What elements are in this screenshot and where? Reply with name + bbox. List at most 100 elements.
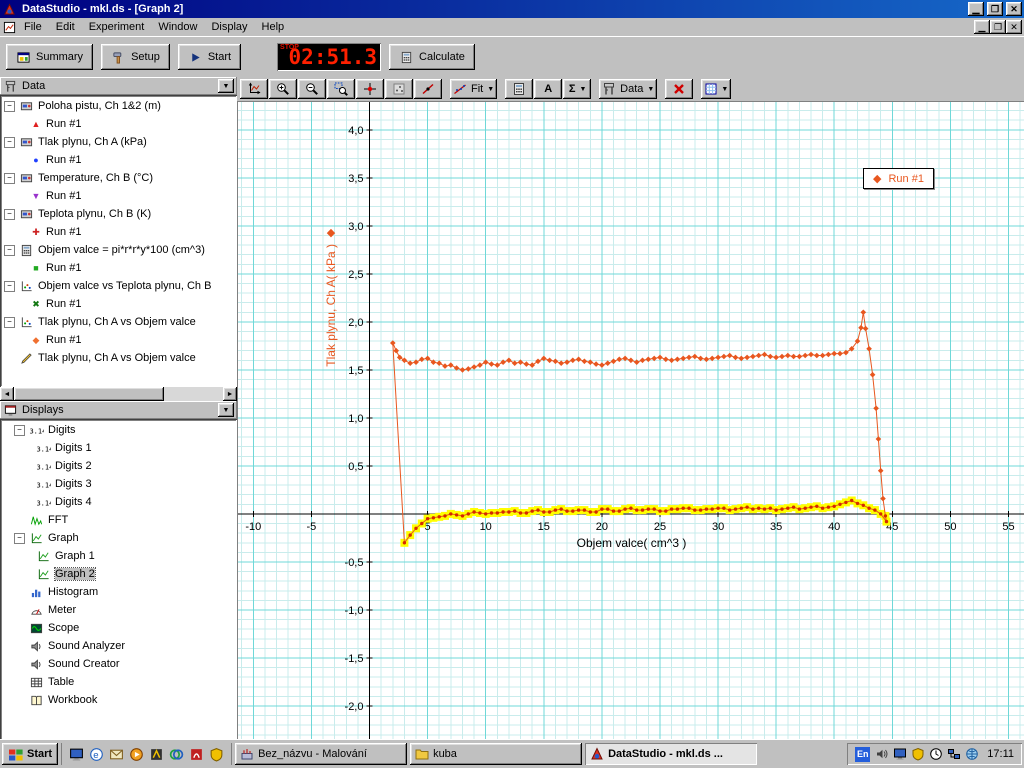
run-item[interactable]: ✖Run #1 — [0, 295, 237, 313]
start-menu-button[interactable]: Start — [2, 743, 58, 765]
zoom-out-button[interactable] — [298, 79, 326, 99]
mdi-minimize-button[interactable]: ▁ — [974, 20, 990, 34]
collapse-icon[interactable]: − — [14, 425, 25, 436]
collapse-icon[interactable]: − — [4, 137, 15, 148]
outlook-express-icon[interactable] — [108, 746, 125, 763]
network-icon[interactable] — [946, 747, 961, 762]
display-item[interactable]: Sound Creator — [0, 655, 237, 673]
x-axis-label[interactable]: Objem valce( cm^3 ) — [238, 536, 1024, 550]
scheduler-icon[interactable] — [928, 747, 943, 762]
settings-dropdown[interactable]: ▼ — [701, 79, 731, 99]
display-item[interactable]: FFT — [0, 511, 237, 529]
graph-pane[interactable]: -10-55101520253035404550554,03,53,02,52,… — [237, 101, 1024, 741]
run-item[interactable]: ◆Run #1 — [0, 331, 237, 349]
display-item[interactable]: Meter — [0, 601, 237, 619]
mdi-restore-button[interactable]: ❐ — [990, 20, 1006, 34]
fit-dropdown[interactable]: Fit▼ — [450, 79, 497, 99]
setup-button[interactable]: Setup — [101, 44, 170, 70]
data-item[interactable]: −Tlak plynu, Ch A vs Objem valce — [0, 313, 237, 331]
start-button[interactable]: Start — [178, 44, 241, 70]
display-child-item[interactable]: Graph 2 — [0, 565, 237, 583]
menu-item-window[interactable]: Window — [151, 19, 204, 35]
collapse-icon[interactable]: − — [4, 281, 15, 292]
menu-item-experiment[interactable]: Experiment — [82, 19, 152, 35]
run-item[interactable]: ■Run #1 — [0, 259, 237, 277]
scrollbar-thumb[interactable] — [14, 387, 164, 401]
show-desktop-icon[interactable] — [68, 746, 85, 763]
legend[interactable]: ◆ Run #1 — [863, 168, 934, 189]
display-child-item[interactable]: Graph 1 — [0, 547, 237, 565]
menu-item-edit[interactable]: Edit — [49, 19, 82, 35]
display-child-item[interactable]: 3.14Digits 3 — [0, 475, 237, 493]
calculate-button[interactable]: Calculate — [389, 44, 475, 70]
display-child-item[interactable]: 3.14Digits 1 — [0, 439, 237, 457]
data-item[interactable]: −Temperature, Ch B (°C) — [0, 169, 237, 187]
display-settings-icon[interactable] — [892, 747, 907, 762]
run-item[interactable]: ✚Run #1 — [0, 223, 237, 241]
run-item[interactable]: ●Run #1 — [0, 151, 237, 169]
language-indicator[interactable]: En — [855, 747, 870, 762]
data-item[interactable]: −Tlak plynu, Ch A (kPa) — [0, 133, 237, 151]
collapse-icon[interactable]: − — [4, 101, 15, 112]
data-tree-hscrollbar[interactable]: ◄ ► — [0, 387, 237, 401]
antivirus-tray-icon[interactable] — [910, 747, 925, 762]
menu-item-display[interactable]: Display — [204, 19, 254, 35]
displays-panel-dropdown-arrow-icon[interactable]: ▼ — [218, 403, 234, 417]
acrobat-icon[interactable] — [188, 746, 205, 763]
data-item[interactable]: −Objem valce vs Teplota plynu, Ch B — [0, 277, 237, 295]
collapse-icon[interactable]: − — [14, 533, 25, 544]
data-item[interactable]: −Teplota plynu, Ch B (K) — [0, 205, 237, 223]
display-item[interactable]: Workbook — [0, 691, 237, 709]
text-tool-button[interactable]: A — [534, 79, 562, 99]
y-axis-label[interactable]: ◆ Tlak plynu, Ch A( kPa ) — [324, 226, 338, 367]
collapse-icon[interactable]: − — [4, 245, 15, 256]
display-item[interactable]: Scope — [0, 619, 237, 637]
display-item[interactable]: Table — [0, 673, 237, 691]
marker-tool-button[interactable] — [385, 79, 413, 99]
display-child-item[interactable]: 3.14Digits 2 — [0, 457, 237, 475]
close-button[interactable]: ✕ — [1006, 2, 1022, 16]
display-item[interactable]: −Graph — [0, 529, 237, 547]
task-button-3[interactable]: DataStudio - mkl.ds ... — [585, 743, 757, 765]
mdi-close-button[interactable]: ✕ — [1006, 20, 1022, 34]
data-item[interactable]: −Objem valce = pi*r*r*y*100 (cm^3) — [0, 241, 237, 259]
display-child-item[interactable]: 3.14Digits 4 — [0, 493, 237, 511]
task-button-2[interactable]: kuba — [410, 743, 582, 765]
collapse-icon[interactable]: − — [4, 209, 15, 220]
data-item[interactable]: −Poloha pistu, Ch 1&2 (m) — [0, 97, 237, 115]
minimize-button[interactable]: ▁ — [968, 2, 984, 16]
updates-icon[interactable] — [964, 747, 979, 762]
data-panel-dropdown-arrow-icon[interactable]: ▼ — [218, 79, 234, 93]
data-dropdown[interactable]: Data▼ — [599, 79, 657, 99]
scroll-left-icon[interactable]: ◄ — [0, 387, 14, 401]
calculator-tool-button[interactable] — [505, 79, 533, 99]
data-item[interactable]: Tlak plynu, Ch A vs Objem valce — [0, 349, 237, 367]
display-item[interactable]: Sound Analyzer — [0, 637, 237, 655]
plot-area[interactable]: -10-55101520253035404550554,03,53,02,52,… — [238, 102, 1024, 742]
msn-icon[interactable] — [168, 746, 185, 763]
zoom-select-button[interactable] — [327, 79, 355, 99]
antivirus-icon[interactable] — [208, 746, 225, 763]
scroll-right-icon[interactable]: ► — [223, 387, 237, 401]
run-item[interactable]: ▲Run #1 — [0, 115, 237, 133]
scale-to-fit-button[interactable] — [240, 79, 268, 99]
statistics-dropdown[interactable]: Σ▼ — [563, 79, 591, 99]
media-player-icon[interactable] — [128, 746, 145, 763]
menu-item-file[interactable]: File — [17, 19, 49, 35]
restore-button[interactable]: ❐ — [987, 2, 1003, 16]
remove-button[interactable] — [665, 79, 693, 99]
menu-item-help[interactable]: Help — [255, 19, 292, 35]
display-item[interactable]: −3.14Digits — [0, 421, 237, 439]
display-item[interactable]: Histogram — [0, 583, 237, 601]
collapse-icon[interactable]: − — [4, 317, 15, 328]
summary-button[interactable]: Summary — [6, 44, 93, 70]
collapse-icon[interactable]: − — [4, 173, 15, 184]
zoom-in-button[interactable] — [269, 79, 297, 99]
winamp-icon[interactable] — [148, 746, 165, 763]
task-button-1[interactable]: Bez_názvu - Malování — [235, 743, 407, 765]
run-item[interactable]: ▼Run #1 — [0, 187, 237, 205]
volume-icon[interactable] — [874, 747, 889, 762]
internet-explorer-icon[interactable]: e — [88, 746, 105, 763]
slope-tool-button[interactable] — [414, 79, 442, 99]
smart-tool-button[interactable] — [356, 79, 384, 99]
